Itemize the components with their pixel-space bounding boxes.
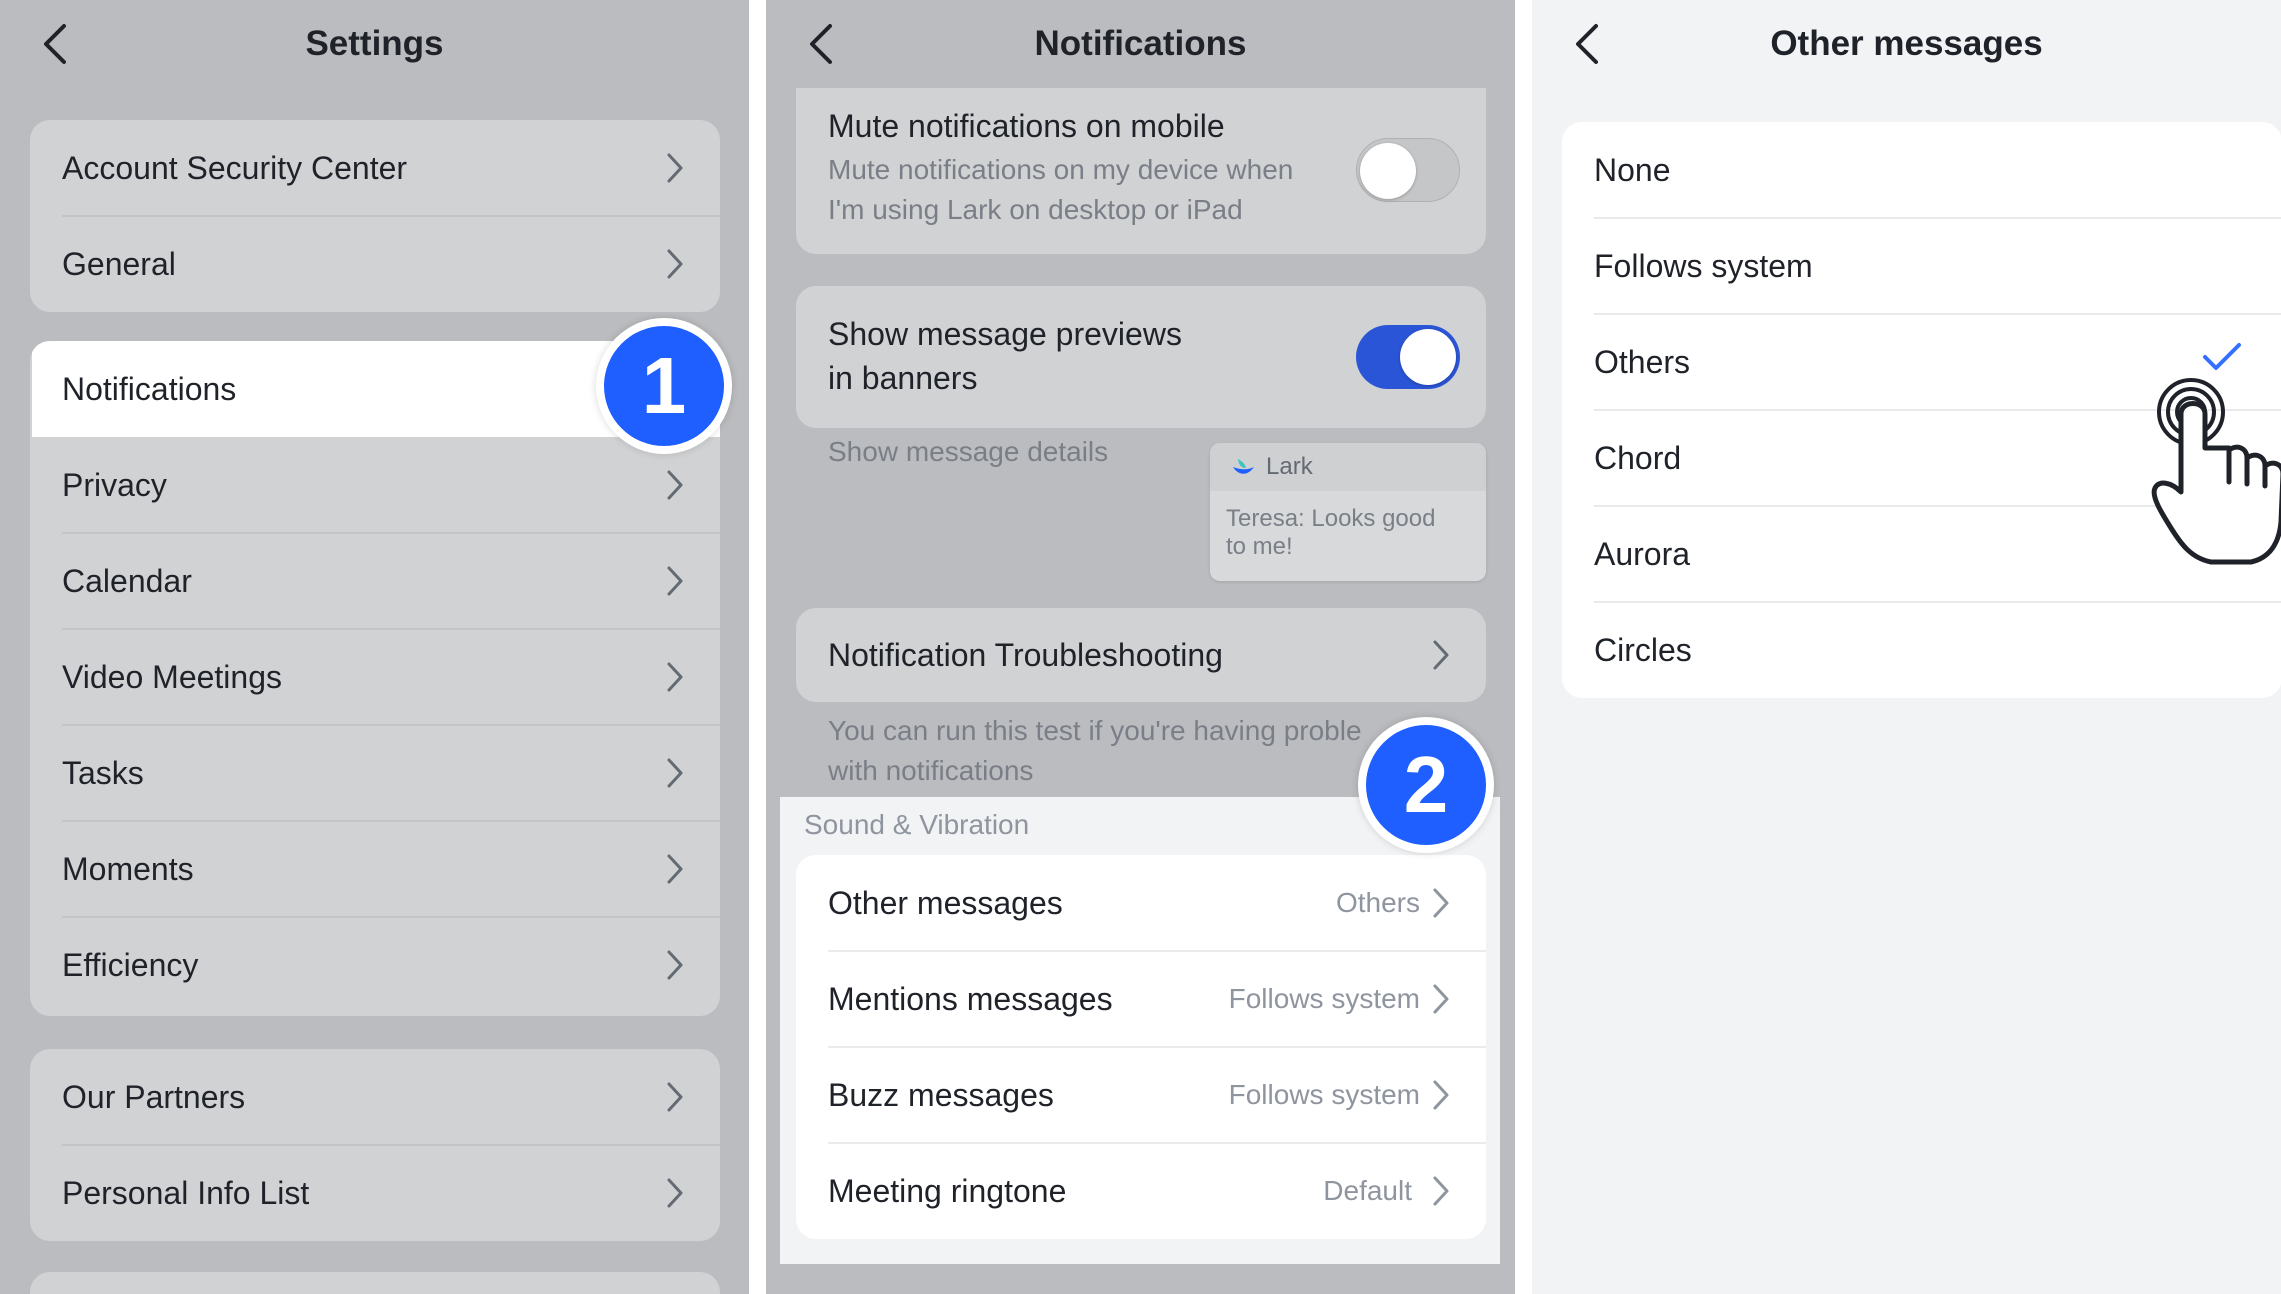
mute-label: Mute notifications on mobile <box>828 108 1225 144</box>
settings-item-moments[interactable]: Moments <box>30 821 720 917</box>
step-badge-1: 1 <box>596 318 732 454</box>
chevron-right-icon <box>666 853 684 885</box>
settings-item-calendar[interactable]: Calendar <box>30 533 720 629</box>
chevron-right-icon <box>1432 1175 1450 1207</box>
option-label: None <box>1594 152 1671 188</box>
troubleshooting-note-line2: with notifications <box>828 755 1034 786</box>
chevron-right-icon <box>666 661 684 693</box>
chevron-right-icon <box>666 248 684 280</box>
settings-group-partners: Our Partners Personal Info List <box>30 1049 720 1241</box>
chevron-right-icon <box>1432 639 1450 671</box>
sound-row-mentions[interactable]: Mentions messages Follows system <box>796 951 1486 1047</box>
settings-item-account-security[interactable]: Account Security Center <box>30 120 720 216</box>
settings-item-tasks[interactable]: Tasks <box>30 725 720 821</box>
step-number: 2 <box>1366 725 1486 845</box>
sound-row-label: Other messages <box>828 885 1063 921</box>
chevron-right-icon <box>666 565 684 597</box>
other-messages-panel: Other messages None Follows system Other… <box>1532 0 2281 1294</box>
settings-item-label: Account Security Center <box>62 150 408 186</box>
chevron-right-icon <box>666 1177 684 1209</box>
option-follows-system[interactable]: Follows system <box>1562 218 2281 314</box>
chevron-right-icon <box>1432 983 1450 1015</box>
banner-message-line2: to me! <box>1226 533 1293 560</box>
chevron-right-icon <box>1432 1079 1450 1111</box>
notifications-panel: Notifications Mute notifications on mobi… <box>766 0 1515 1294</box>
settings-group-account: Account Security Center General <box>30 120 720 312</box>
sound-row-value: Follows system <box>1228 1079 1420 1110</box>
mute-toggle[interactable] <box>1356 138 1460 202</box>
sound-row-other-messages[interactable]: Other messages Others <box>796 855 1486 951</box>
settings-item-general[interactable]: General <box>30 216 720 312</box>
option-none[interactable]: None <box>1562 122 2281 218</box>
settings-group-next <box>30 1272 720 1294</box>
lark-logo-icon <box>1233 459 1254 474</box>
option-label: Follows system <box>1594 248 1813 284</box>
previews-label-line1: Show message previews <box>828 316 1182 352</box>
tap-hand-icon <box>2151 378 2281 565</box>
banner-message: Teresa: Looks good to me! <box>1226 505 1470 561</box>
settings-item-label: Privacy <box>62 467 167 503</box>
sound-row-label: Meeting ringtone <box>828 1173 1067 1209</box>
banner-app-name: Lark <box>1266 453 1313 480</box>
option-label: Others <box>1594 344 1691 380</box>
sound-row-value: Follows system <box>1228 983 1420 1014</box>
settings-item-our-partners[interactable]: Our Partners <box>30 1049 720 1145</box>
option-label: Chord <box>1594 440 1682 476</box>
step-badge-2: 2 <box>1358 717 1494 853</box>
settings-item-privacy[interactable]: Privacy <box>30 437 720 533</box>
chevron-right-icon <box>666 469 684 501</box>
mute-card: Mute notifications on mobile Mute notifi… <box>796 88 1486 254</box>
checkmark-icon <box>2203 343 2241 370</box>
section-header: Sound & Vibration <box>804 809 1030 840</box>
previews-toggle[interactable] <box>1356 325 1460 389</box>
sound-row-value: Default <box>1323 1175 1412 1206</box>
settings-item-personal-info[interactable]: Personal Info List <box>30 1145 720 1241</box>
sound-row-meeting-ringtone[interactable]: Meeting ringtone Default <box>796 1143 1486 1239</box>
mute-desc-line1: Mute notifications on my device when <box>828 154 1294 185</box>
chevron-right-icon <box>666 152 684 184</box>
chevron-right-icon <box>666 757 684 789</box>
banner-preview: Lark Teresa: Looks good to me! <box>1210 443 1486 581</box>
troubleshooting-label: Notification Troubleshooting <box>828 637 1223 673</box>
troubleshooting-card: Notification Troubleshooting <box>796 608 1486 702</box>
banner-message-line1: Teresa: Looks good <box>1226 505 1436 532</box>
page-title: Notifications <box>1034 24 1247 63</box>
sound-row-value: Others <box>1335 887 1420 918</box>
sound-row-label: Buzz messages <box>828 1077 1054 1113</box>
toggle-knob <box>1400 329 1456 385</box>
chevron-right-icon <box>666 949 684 981</box>
sound-row-label: Mentions messages <box>828 981 1113 1017</box>
previews-label-line2: in banners <box>828 360 978 396</box>
option-label: Aurora <box>1594 536 1691 572</box>
settings-item-label: Notifications <box>62 371 237 407</box>
step-number: 1 <box>604 326 724 446</box>
chevron-right-icon <box>1432 887 1450 919</box>
settings-item-label: General <box>62 246 176 282</box>
page-title: Other messages <box>1770 24 2043 63</box>
page-title: Settings <box>305 24 444 63</box>
chevron-right-icon <box>666 1081 684 1113</box>
troubleshooting-note-line1: You can run this test if you're having p… <box>828 715 1362 746</box>
settings-item-label: Calendar <box>62 563 192 599</box>
settings-item-label: Moments <box>62 851 194 887</box>
settings-item-label: Personal Info List <box>62 1175 310 1211</box>
settings-group-main: Notifications Privacy Calendar Video Mee… <box>30 341 720 1016</box>
sound-row-buzz[interactable]: Buzz messages Follows system <box>796 1047 1486 1143</box>
option-label: Circles <box>1594 632 1692 668</box>
settings-item-label: Efficiency <box>62 947 199 983</box>
details-label: Show message details <box>828 436 1109 467</box>
settings-item-label: Tasks <box>62 755 144 791</box>
settings-panel: Settings Account Security Center General… <box>0 0 749 1294</box>
toggle-knob <box>1360 143 1416 199</box>
sound-card: Other messages Others Mentions messages … <box>796 855 1486 1239</box>
settings-item-label: Video Meetings <box>62 659 282 695</box>
option-circles[interactable]: Circles <box>1562 602 2281 698</box>
mute-desc-line2: I'm using Lark on desktop or iPad <box>828 194 1243 225</box>
troubleshooting-row[interactable]: Notification Troubleshooting <box>796 608 1486 702</box>
previews-card: Show message previews in banners <box>796 286 1486 428</box>
sound-section-highlight: Sound & Vibration Other messages Others … <box>780 797 1500 1264</box>
settings-item-video-meetings[interactable]: Video Meetings <box>30 629 720 725</box>
settings-item-label: Our Partners <box>62 1079 246 1115</box>
settings-item-efficiency[interactable]: Efficiency <box>30 917 720 1013</box>
